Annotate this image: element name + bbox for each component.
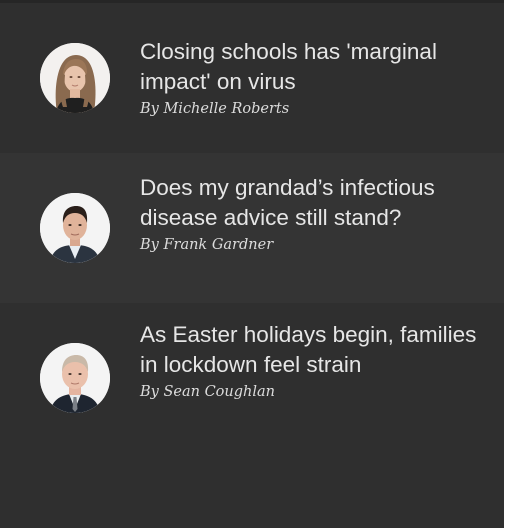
woman-portrait-avatar-icon [40, 43, 110, 113]
story-item[interactable]: As Easter holidays begin, families in lo… [0, 303, 504, 528]
story-text: As Easter holidays begin, families in lo… [140, 320, 485, 401]
story-byline: By Michelle Roberts [140, 101, 290, 117]
man-portrait-avatar-icon [40, 193, 110, 263]
story-item[interactable]: Does my grandad’s infectious disease adv… [0, 153, 504, 303]
story-text: Does my grandad’s infectious disease adv… [140, 173, 485, 254]
story-byline: By Frank Gardner [140, 237, 274, 253]
story-byline: By Sean Coughlan [140, 384, 275, 400]
story-headline[interactable]: Closing schools has 'marginal impact' on… [140, 37, 485, 97]
story-headline[interactable]: As Easter holidays begin, families in lo… [140, 320, 485, 380]
story-text: Closing schools has 'marginal impact' on… [140, 37, 485, 118]
author-avatar[interactable] [40, 343, 110, 413]
columnists-panel: Closing schools has 'marginal impact' on… [0, 0, 504, 528]
story-headline[interactable]: Does my grandad’s infectious disease adv… [140, 173, 485, 233]
man-portrait-avatar-icon [40, 343, 110, 413]
author-avatar[interactable] [40, 43, 110, 113]
author-avatar[interactable] [40, 193, 110, 263]
story-item[interactable]: Closing schools has 'marginal impact' on… [0, 3, 504, 153]
